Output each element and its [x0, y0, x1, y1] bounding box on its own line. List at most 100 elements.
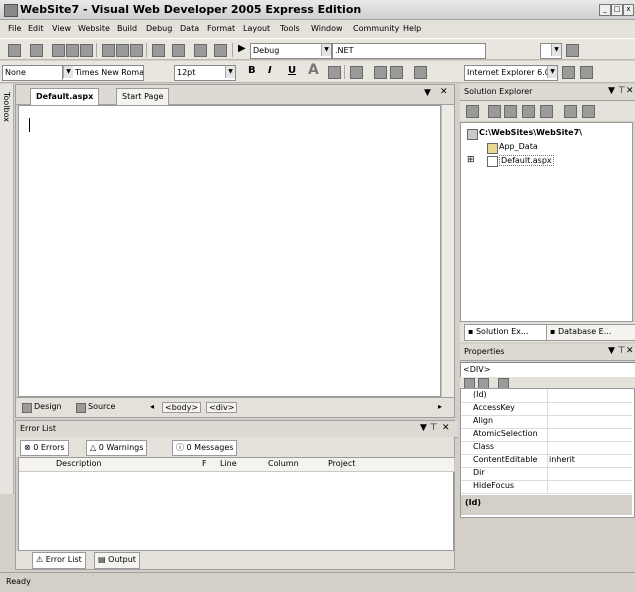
new-project-icon[interactable] [8, 44, 21, 57]
tag-div[interactable]: <div> [206, 402, 238, 413]
close-icon[interactable]: ✕ [626, 84, 634, 99]
column-header-project[interactable]: Project [325, 458, 455, 472]
menu-website[interactable]: Website [78, 24, 110, 33]
tree-item-app-data[interactable]: App_Data [499, 142, 538, 151]
find-select[interactable]: ▼ [540, 43, 562, 59]
property-row[interactable]: HideFocus [461, 480, 632, 494]
menu-view[interactable]: View [52, 24, 71, 33]
start-debugging-icon[interactable]: ▶ [238, 43, 246, 54]
lock-element-icon[interactable] [580, 66, 593, 79]
property-row[interactable]: Dir [461, 467, 632, 481]
close-icon[interactable]: ✕ [442, 421, 450, 436]
design-surface[interactable] [18, 105, 441, 397]
tag-body[interactable]: <body> [162, 402, 202, 413]
close-document-icon[interactable]: ✕ [440, 87, 448, 97]
pin-icon[interactable]: ▼ ⊤ [608, 84, 626, 99]
property-row[interactable]: AtomicSelection [461, 428, 632, 442]
errors-toggle[interactable]: ⊗ 0 Errors [20, 440, 69, 456]
property-row[interactable]: (Id) [461, 389, 632, 403]
tag-nav-right-icon[interactable]: ▸ [438, 402, 442, 411]
tab-start-page[interactable]: Start Page [116, 88, 170, 105]
save-all-icon[interactable] [80, 44, 93, 57]
menu-tools[interactable]: Tools [280, 24, 300, 33]
source-view-button[interactable]: Source [88, 402, 115, 411]
property-row[interactable]: Align [461, 415, 632, 429]
maximize-button[interactable]: □ [611, 4, 623, 16]
solution-config-select[interactable]: Debug ▼ [250, 43, 332, 59]
copy-icon[interactable] [116, 44, 129, 57]
property-row[interactable]: ContentEditable inherit [461, 454, 632, 468]
menu-build[interactable]: Build [117, 24, 137, 33]
foreground-color-icon[interactable]: A [308, 62, 319, 78]
nest-files-icon[interactable] [504, 105, 517, 118]
bullet-list-icon[interactable] [390, 66, 403, 79]
menu-format[interactable]: Format [207, 24, 235, 33]
navigate-back-icon[interactable] [194, 44, 207, 57]
numbered-list-icon[interactable] [374, 66, 387, 79]
underline-button[interactable]: U [288, 65, 296, 76]
tree-root[interactable]: C:\WebSites\WebSite7\ [479, 128, 582, 137]
block-format-select[interactable]: None [2, 65, 64, 81]
find-in-files-icon[interactable] [566, 44, 579, 57]
copy-website-icon[interactable] [564, 105, 577, 118]
menu-community[interactable]: Community [353, 24, 399, 33]
editor-scrollbar[interactable] [441, 105, 454, 397]
warnings-toggle[interactable]: △ 0 Warnings [86, 440, 148, 456]
paste-icon[interactable] [130, 44, 143, 57]
font-size-select[interactable]: 12pt ▼ [174, 65, 236, 81]
menu-layout[interactable]: Layout [243, 24, 270, 33]
file-icon [487, 156, 498, 167]
menu-window[interactable]: Window [311, 24, 343, 33]
property-row[interactable]: Class [461, 441, 632, 455]
tag-nav-left-icon[interactable]: ◂ [150, 402, 154, 411]
object-select[interactable]: <DIV> [460, 362, 635, 378]
navigate-forward-icon[interactable] [214, 44, 227, 57]
menu-help[interactable]: Help [403, 24, 421, 33]
column-header-column[interactable]: Column [265, 458, 329, 472]
background-color-icon[interactable] [328, 66, 341, 79]
column-header-line[interactable]: Line [217, 458, 269, 472]
italic-button[interactable]: I [268, 65, 272, 76]
design-view-button[interactable]: Design [34, 402, 62, 411]
property-row[interactable]: AccessKey [461, 402, 632, 416]
save-icon[interactable] [66, 44, 79, 57]
justify-icon[interactable] [350, 66, 363, 79]
close-button[interactable]: x [623, 4, 634, 16]
properties-title: Properties [464, 347, 505, 356]
tree-item-default-aspx[interactable]: Default.aspx [499, 155, 554, 166]
expand-icon[interactable]: ⊞ [467, 155, 475, 165]
messages-toggle[interactable]: ⓘ 0 Messages [172, 440, 238, 456]
tab-default-aspx[interactable]: Default.aspx [30, 88, 100, 105]
dropdown-icon[interactable]: ▼ [424, 88, 431, 98]
tab-solution-explorer[interactable]: ▪ Solution Ex... [464, 324, 550, 341]
font-name-select[interactable]: ▼ Times New Roman [62, 65, 144, 81]
menu-file[interactable]: File [8, 24, 21, 33]
column-header-description[interactable]: Description [53, 458, 203, 472]
cut-icon[interactable] [102, 44, 115, 57]
add-item-icon[interactable] [30, 44, 43, 57]
tab-error-list[interactable]: ⚠ Error List [32, 552, 86, 569]
tab-database-explorer[interactable]: ▪ Database E... [546, 324, 635, 341]
view-designer-icon[interactable] [540, 105, 553, 118]
menu-edit[interactable]: Edit [28, 24, 44, 33]
tab-output[interactable]: ▤ Output [94, 552, 140, 569]
view-code-icon[interactable] [522, 105, 535, 118]
open-file-icon[interactable] [52, 44, 65, 57]
refresh-icon[interactable] [488, 105, 501, 118]
menu-data[interactable]: Data [180, 24, 199, 33]
close-icon[interactable]: ✕ [626, 344, 634, 359]
asp-config-icon[interactable] [582, 105, 595, 118]
minimize-button[interactable]: _ [599, 4, 611, 16]
check-accessibility-icon[interactable] [562, 66, 575, 79]
properties-icon[interactable] [466, 105, 479, 118]
hyperlink-icon[interactable] [414, 66, 427, 79]
menu-debug[interactable]: Debug [146, 24, 172, 33]
pin-icon[interactable]: ▼ ⊤ [608, 344, 626, 359]
toolbox-tab[interactable]: Toolbox [0, 84, 14, 494]
target-schema-select[interactable]: Internet Explorer 6.0 ▼ [464, 65, 558, 81]
bold-button[interactable]: B [248, 65, 256, 76]
redo-icon[interactable] [172, 44, 185, 57]
undo-icon[interactable] [152, 44, 165, 57]
pin-icon[interactable]: ▼ ⊤ [420, 421, 438, 436]
platform-select[interactable]: .NET [332, 43, 486, 59]
